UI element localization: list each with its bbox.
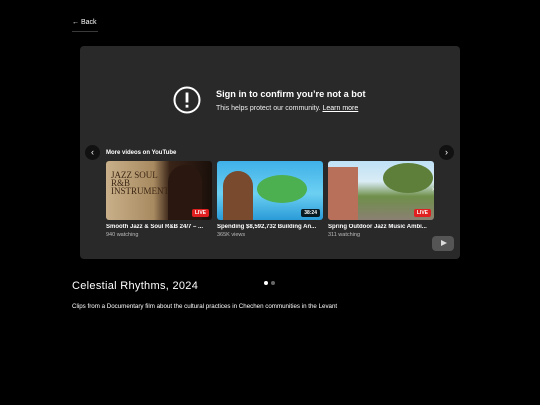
chevron-right-icon: › [445, 147, 448, 157]
signin-subtitle: This helps protect our community. Learn … [216, 105, 358, 112]
alert-icon [173, 86, 201, 114]
next-videos-button[interactable]: › [439, 145, 454, 160]
scroll-right-button[interactable]: › [428, 183, 438, 197]
video-player[interactable]: Sign in to confirm you’re not a bot This… [80, 46, 460, 259]
duration-badge: 38:24 [301, 209, 320, 217]
video-meta: 940 watching [106, 232, 139, 238]
thumbnail-text: JAZZ SOUL R&B INSTRUMENTALS [111, 170, 186, 196]
carousel-pagination [264, 272, 278, 290]
pagination-dot-active[interactable] [264, 281, 268, 285]
video-card[interactable]: JAZZ SOUL R&B INSTRUMENTALS LIVE Smooth … [106, 161, 212, 238]
more-videos-title: More videos on YouTube [106, 150, 177, 156]
video-title: Spring Outdoor Jazz Music Ambi... [328, 224, 427, 230]
video-card[interactable]: LIVE Spring Outdoor Jazz Music Ambi... 3… [328, 161, 434, 238]
video-title: Smooth Jazz & Soul R&B 24/7 – ... [106, 224, 204, 230]
video-thumbnail: LIVE [328, 161, 434, 220]
signin-title: Sign in to confirm you’re not a bot [216, 89, 366, 99]
video-thumbnail: JAZZ SOUL R&B INSTRUMENTALS LIVE [106, 161, 212, 220]
prev-videos-button[interactable]: ‹ [85, 145, 100, 160]
video-thumbnail: 38:24 [217, 161, 323, 220]
chevron-left-icon: ‹ [91, 147, 94, 157]
video-card[interactable]: 38:24 Spending $8,592,732 Building An...… [217, 161, 323, 238]
signin-subtitle-text: This helps protect our community. [216, 105, 321, 112]
live-badge: LIVE [413, 209, 431, 217]
youtube-logo-icon[interactable] [432, 236, 454, 251]
learn-more-link[interactable]: Learn more [322, 105, 358, 112]
pagination-dot[interactable] [271, 281, 275, 285]
page-title: Celestial Rhythms, 2024 [72, 280, 199, 292]
video-meta: 365K views [217, 232, 246, 238]
chevron-right-icon: › [431, 186, 435, 193]
thumbnail-trees [383, 163, 433, 193]
video-title: Spending $8,592,732 Building An... [217, 224, 317, 230]
back-link[interactable]: ← Back [72, 19, 98, 32]
thumbnail-person [223, 171, 253, 220]
video-meta: 311 watching [328, 232, 361, 238]
thumbnail-building [328, 167, 358, 220]
thumbnail-island [257, 175, 307, 203]
page-description: Clips from a Documentary film about the … [72, 303, 338, 310]
live-badge: LIVE [191, 209, 209, 217]
